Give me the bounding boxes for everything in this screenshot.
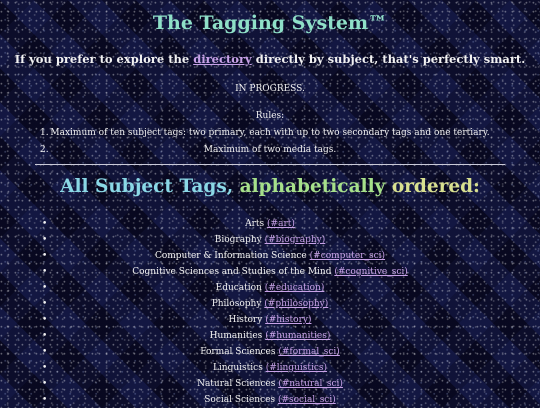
bullet-icon: • bbox=[42, 235, 48, 245]
tags-heading-part3: ordered: bbox=[391, 176, 480, 197]
rule-item: 1. Maximum of ten subject tags: two prima… bbox=[0, 125, 540, 142]
tag-link[interactable]: (#humanities) bbox=[265, 331, 330, 341]
tag-link[interactable]: (#natural_sci) bbox=[278, 379, 343, 389]
bullet-icon: • bbox=[42, 251, 48, 261]
tags-heading-part1: All Subject Tags, bbox=[60, 176, 240, 197]
bullet-icon: • bbox=[42, 347, 48, 357]
bullet-icon: • bbox=[42, 363, 48, 373]
tag-list-item: • Education (#education) bbox=[0, 280, 540, 296]
tag-list-item: • Natural Sciences (#natural_sci) bbox=[0, 376, 540, 392]
tag-name: Arts bbox=[245, 219, 265, 229]
bullet-icon: • bbox=[42, 299, 48, 309]
rules-label: Rules: bbox=[255, 111, 285, 121]
tag-link[interactable]: (#cognitive_sci) bbox=[334, 267, 407, 277]
tag-name: Biography bbox=[214, 235, 262, 245]
rule-number: 2. bbox=[40, 145, 49, 155]
tag-link[interactable]: (#art) bbox=[267, 219, 295, 229]
tag-name: Humanities bbox=[209, 331, 263, 341]
bullet-icon: • bbox=[42, 331, 48, 341]
bullet-icon: • bbox=[42, 395, 48, 405]
tag-list-item: • History (#history) bbox=[0, 312, 540, 328]
rule-text: Maximum of two media tags. bbox=[203, 145, 337, 155]
bullet-icon: • bbox=[42, 283, 48, 293]
bullet-icon: • bbox=[42, 379, 48, 389]
page-title: The Tagging System™ bbox=[152, 12, 388, 34]
tag-list-item: • Philosophy (#philosophy) bbox=[0, 296, 540, 312]
rule-text: Maximum of ten subject tags: two primary… bbox=[50, 128, 490, 138]
bullet-icon: • bbox=[42, 315, 48, 325]
tags-heading-part2: alphabetically bbox=[239, 176, 392, 197]
tag-name: Social Sciences bbox=[204, 395, 276, 405]
tag-list-item: • Arts (#art) bbox=[0, 216, 540, 232]
tag-link[interactable]: (#formal_sci) bbox=[278, 347, 339, 357]
tag-link[interactable]: (#computer_sci) bbox=[310, 251, 385, 261]
tag-list-item: • Linguistics (#linguistics) bbox=[0, 360, 540, 376]
tag-list-item: • Biography (#biography) bbox=[0, 232, 540, 248]
rules-list: 1. Maximum of ten subject tags: two prima… bbox=[0, 125, 540, 159]
tags-heading: All Subject Tags, alphabetically ordered… bbox=[0, 176, 540, 197]
tag-link[interactable]: (#philosophy) bbox=[264, 299, 328, 309]
tag-name: History bbox=[228, 315, 263, 325]
rule-number: 1. bbox=[40, 128, 49, 138]
intro-text-before: If you prefer to explore the bbox=[14, 52, 194, 66]
bullet-icon: • bbox=[42, 267, 48, 277]
tag-list-item: • Social Sciences (#social_sci) bbox=[0, 392, 540, 408]
tag-link[interactable]: (#social_sci) bbox=[278, 395, 336, 405]
intro-text: If you prefer to explore the directory d… bbox=[0, 52, 540, 66]
section-divider bbox=[35, 164, 505, 165]
tag-name: Philosophy bbox=[211, 299, 262, 309]
directory-link[interactable]: directory bbox=[193, 52, 252, 66]
tag-list-item: • Computer & Information Science (#comput… bbox=[0, 248, 540, 264]
tag-name: Linguistics bbox=[212, 363, 263, 373]
tag-link[interactable]: (#education) bbox=[265, 283, 325, 293]
tag-list-item: • Formal Sciences (#formal_sci) bbox=[0, 344, 540, 360]
subject-tags-list: • Arts (#art) • Biography (#biography) • Co… bbox=[0, 216, 540, 408]
tag-list-item: • Humanities (#humanities) bbox=[0, 328, 540, 344]
tag-link[interactable]: (#linguistics) bbox=[266, 363, 327, 373]
bullet-icon: • bbox=[42, 219, 48, 229]
intro-text-after: directly by subject, that's perfectly sm… bbox=[251, 52, 526, 66]
tag-name: Cognitive Sciences and Studies of the Mi… bbox=[132, 267, 332, 277]
rule-item: 2. Maximum of two media tags. bbox=[0, 142, 540, 159]
tag-list-item: • Cognitive Sciences and Studies of the M… bbox=[0, 264, 540, 280]
tag-name: Natural Sciences bbox=[197, 379, 276, 389]
tag-link[interactable]: (#history) bbox=[265, 315, 311, 325]
tag-name: Computer & Information Science bbox=[154, 251, 307, 261]
progress-status: IN PROGRESS. bbox=[235, 84, 305, 94]
tag-name: Education bbox=[215, 283, 262, 293]
tag-link[interactable]: (#biography) bbox=[265, 235, 326, 245]
tag-name: Formal Sciences bbox=[200, 347, 276, 357]
